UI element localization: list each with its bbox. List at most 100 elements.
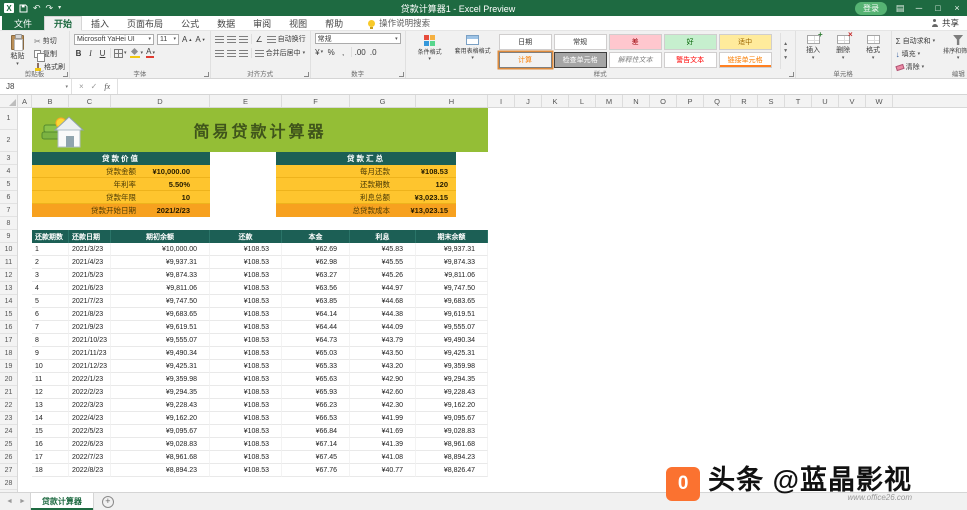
schedule-cell[interactable]: ¥9,937.31: [416, 243, 488, 256]
format-cells-button[interactable]: 格式▾: [860, 33, 887, 69]
row-header-4[interactable]: 4: [0, 165, 17, 178]
row-header-17[interactable]: 17: [0, 334, 17, 347]
schedule-cell[interactable]: ¥9,028.83: [111, 438, 210, 451]
schedule-cell[interactable]: ¥43.79: [350, 334, 416, 347]
align-top-button[interactable]: [215, 34, 224, 45]
schedule-cell[interactable]: ¥8,894.23: [416, 451, 488, 464]
schedule-cell[interactable]: ¥108.53: [210, 399, 282, 412]
share-button[interactable]: 共享: [931, 16, 959, 30]
schedule-cell[interactable]: ¥9,425.31: [416, 347, 488, 360]
schedule-cell[interactable]: ¥9,874.33: [111, 269, 210, 282]
schedule-cell[interactable]: ¥9,490.34: [416, 334, 488, 347]
column-header-I[interactable]: I: [488, 95, 515, 107]
schedule-cell[interactable]: 7: [32, 321, 69, 334]
clipboard-dialog-launcher[interactable]: [63, 72, 68, 77]
row-header-23[interactable]: 23: [0, 412, 17, 425]
schedule-cell[interactable]: ¥63.56: [282, 282, 350, 295]
align-right-button[interactable]: [239, 48, 248, 59]
comma-style-button[interactable]: ,: [339, 47, 348, 58]
tab-formulas[interactable]: 公式: [172, 16, 208, 30]
schedule-cell[interactable]: ¥63.27: [282, 269, 350, 282]
schedule-cell[interactable]: ¥108.53: [210, 425, 282, 438]
column-header-H[interactable]: H: [416, 95, 488, 107]
undo-icon[interactable]: ↶: [33, 3, 41, 13]
shrink-font-button[interactable]: A▼: [195, 34, 205, 45]
grid-canvas[interactable]: 简易贷款计算器 贷款价值贷款金额¥10,000.00年利率5.50%贷款年限10…: [18, 108, 967, 492]
schedule-cell[interactable]: ¥9,095.67: [416, 412, 488, 425]
tab-review[interactable]: 审阅: [244, 16, 280, 30]
loan-summary-row[interactable]: 总贷款成本¥13,023.15: [276, 204, 456, 217]
schedule-cell[interactable]: ¥108.53: [210, 360, 282, 373]
schedule-cell[interactable]: ¥108.53: [210, 256, 282, 269]
row-header-28[interactable]: 28: [0, 477, 17, 490]
column-header-O[interactable]: O: [650, 95, 677, 107]
row-header-12[interactable]: 12: [0, 269, 17, 282]
column-header-P[interactable]: P: [677, 95, 704, 107]
schedule-cell[interactable]: ¥9,294.35: [111, 386, 210, 399]
loan-summary-value[interactable]: ¥3,023.15: [390, 193, 456, 202]
merge-center-button[interactable]: 合并后居中▾: [255, 48, 306, 58]
column-header-K[interactable]: K: [542, 95, 569, 107]
cell-style-normal[interactable]: 常规: [554, 34, 607, 50]
tab-data[interactable]: 数据: [208, 16, 244, 30]
schedule-cell[interactable]: ¥64.73: [282, 334, 350, 347]
schedule-cell[interactable]: ¥65.63: [282, 373, 350, 386]
schedule-cell[interactable]: 2022/6/23: [69, 438, 111, 451]
schedule-cell[interactable]: ¥108.53: [210, 243, 282, 256]
schedule-cell[interactable]: ¥9,028.83: [416, 425, 488, 438]
schedule-cell[interactable]: ¥8,961.68: [111, 451, 210, 464]
schedule-cell[interactable]: 16: [32, 438, 69, 451]
schedule-cell[interactable]: ¥9,162.20: [111, 412, 210, 425]
column-header-C[interactable]: C: [69, 95, 111, 107]
loan-values-value[interactable]: 2021/2/23: [136, 206, 210, 215]
schedule-cell[interactable]: ¥63.85: [282, 295, 350, 308]
column-header-A[interactable]: A: [18, 95, 32, 107]
row-header-11[interactable]: 11: [0, 256, 17, 269]
schedule-cell[interactable]: ¥43.50: [350, 347, 416, 360]
row-header-24[interactable]: 24: [0, 425, 17, 438]
fill-color-button[interactable]: ▾: [130, 48, 144, 59]
cell-style-date[interactable]: 日期: [499, 34, 552, 50]
schedule-cell[interactable]: 15: [32, 425, 69, 438]
schedule-cell[interactable]: 9: [32, 347, 69, 360]
schedule-cell[interactable]: ¥65.93: [282, 386, 350, 399]
copy-button[interactable]: 复制: [34, 49, 65, 59]
number-dialog-launcher[interactable]: [399, 72, 404, 77]
gallery-up-icon[interactable]: ▲: [783, 41, 788, 47]
fill-button[interactable]: ↓填充▾: [896, 49, 935, 59]
schedule-cell[interactable]: ¥108.53: [210, 269, 282, 282]
schedule-cell[interactable]: 1: [32, 243, 69, 256]
schedule-cell[interactable]: ¥41.69: [350, 425, 416, 438]
sheet-nav-right-icon[interactable]: ►: [17, 498, 28, 505]
row-header-21[interactable]: 21: [0, 386, 17, 399]
schedule-cell[interactable]: ¥9,425.31: [111, 360, 210, 373]
sort-filter-button[interactable]: 排序和筛选▾: [938, 33, 967, 69]
loan-values-value[interactable]: 5.50%: [136, 180, 210, 189]
column-header-S[interactable]: S: [758, 95, 785, 107]
schedule-cell[interactable]: ¥9,811.06: [111, 282, 210, 295]
column-header-R[interactable]: R: [731, 95, 758, 107]
schedule-cell[interactable]: 12: [32, 386, 69, 399]
loan-summary-value[interactable]: ¥13,023.15: [390, 206, 456, 215]
qat-customize-icon[interactable]: ▾: [58, 3, 61, 13]
schedule-cell[interactable]: 10: [32, 360, 69, 373]
row-header-13[interactable]: 13: [0, 282, 17, 295]
schedule-cell[interactable]: 2022/1/23: [69, 373, 111, 386]
schedule-cell[interactable]: ¥9,359.98: [111, 373, 210, 386]
sign-in-button[interactable]: 登录: [855, 2, 887, 15]
column-header-T[interactable]: T: [785, 95, 812, 107]
schedule-cell[interactable]: ¥62.69: [282, 243, 350, 256]
ribbon-display-options-icon[interactable]: ▤: [894, 3, 906, 14]
schedule-cell[interactable]: 18: [32, 464, 69, 477]
schedule-cell[interactable]: ¥8,961.68: [416, 438, 488, 451]
gallery-down-icon[interactable]: ▼: [783, 48, 788, 54]
tab-view[interactable]: 视图: [280, 16, 316, 30]
column-header-B[interactable]: B: [32, 95, 69, 107]
align-left-button[interactable]: [215, 48, 224, 59]
schedule-cell[interactable]: ¥9,095.67: [111, 425, 210, 438]
schedule-cell[interactable]: 2022/4/23: [69, 412, 111, 425]
format-as-table-button[interactable]: 套用表格格式 ▾: [453, 33, 493, 69]
schedule-cell[interactable]: ¥44.38: [350, 308, 416, 321]
row-header-22[interactable]: 22: [0, 399, 17, 412]
loan-values-row[interactable]: 贷款金额¥10,000.00: [32, 165, 210, 178]
